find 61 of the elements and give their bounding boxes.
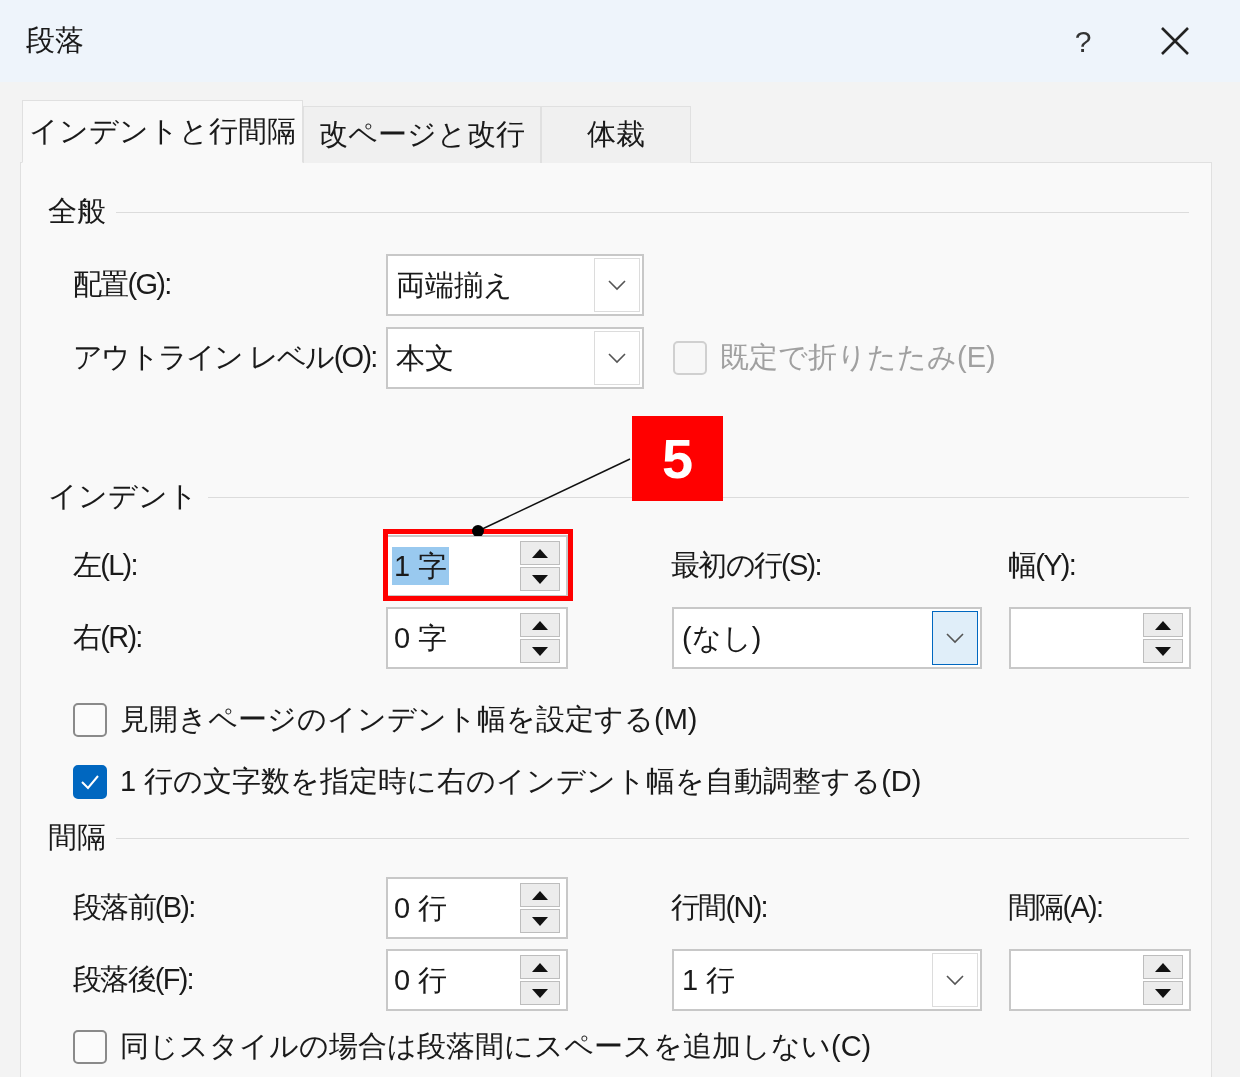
section-title: 間隔 [48,820,106,856]
help-button[interactable]: ? [1053,11,1113,71]
dropdown[interactable]: 本文 [386,327,644,389]
spin-up-button[interactable] [520,541,560,565]
dropdown-value: 両端揃え [395,270,514,300]
chevron-down-icon [607,352,627,364]
field-label: 配置(G): [73,267,172,303]
field-label: 左(L): [73,548,138,584]
dropdown[interactable]: 両端揃え [386,254,644,316]
dropdown[interactable]: (なし) [672,607,982,669]
field-value: 0 行 [393,962,449,998]
checkbox-label: 同じスタイルの場合は段落間にスペースを追加しない(C) [120,1029,872,1065]
checkbox-label: 見開きページのインデント幅を設定する(M) [120,702,698,738]
field-label: 幅(Y): [1008,548,1076,584]
checkbox-label: 既定で折りたたみ(E) [720,340,996,376]
window-title: 段落 [26,23,85,59]
field-label: 最初の行(S): [671,548,822,584]
field-label: 間隔(A): [1008,890,1104,926]
tab[interactable]: 改ページと改行 [303,106,541,163]
spin-box[interactable]: 0 行 [386,877,568,939]
checkbox[interactable] [73,703,107,737]
checkbox-label: 1 行の文字数を指定時に右のインデント幅を自動調整する(D) [120,764,922,800]
spin-down-button[interactable] [1143,639,1183,663]
spin-box[interactable]: 1 字 [386,535,568,597]
checkbox[interactable] [73,1030,107,1064]
chevron-down-icon [945,974,965,986]
field-label: 行間(N): [671,890,768,926]
spin-down-button[interactable] [520,567,560,591]
spin-down-button[interactable] [1143,981,1183,1005]
spin-box[interactable]: 0 字 [386,607,568,669]
field-label: 段落前(B): [73,890,196,926]
spin-down-button[interactable] [520,909,560,933]
field-value: 0 字 [393,620,449,656]
spin-up-button[interactable] [520,955,560,979]
dropdown-button[interactable] [932,611,978,665]
spin-box[interactable]: 0 行 [386,949,568,1011]
spin-up-button[interactable] [1143,613,1183,637]
close-icon [1160,26,1190,56]
dropdown[interactable]: 1 行 [672,949,982,1011]
tab[interactable]: インデントと行間隔 [22,100,303,163]
field-label: 右(R): [73,620,143,656]
spin-up-button[interactable] [520,883,560,907]
spin-down-button[interactable] [520,639,560,663]
chevron-down-icon [607,279,627,291]
dropdown-value: 1 行 [681,965,737,995]
dropdown-value: (なし) [681,623,763,653]
section-title: インデント [48,479,198,515]
chevron-down-icon [945,632,965,644]
field-value: 1 字 [392,546,450,585]
dropdown-value: 本文 [395,343,455,373]
checkbox[interactable] [73,765,107,799]
spin-up-button[interactable] [520,613,560,637]
spin-up-button[interactable] [1143,955,1183,979]
section-title: 全般 [48,194,106,230]
tab[interactable]: 体裁 [541,106,691,163]
field-label: 段落後(F): [73,962,194,998]
checkmark-icon [80,774,100,790]
step-number: 5 [632,416,723,501]
field-value: 0 行 [393,890,449,926]
spin-down-button[interactable] [520,981,560,1005]
field-label: アウトライン レベル(O): [73,340,378,376]
